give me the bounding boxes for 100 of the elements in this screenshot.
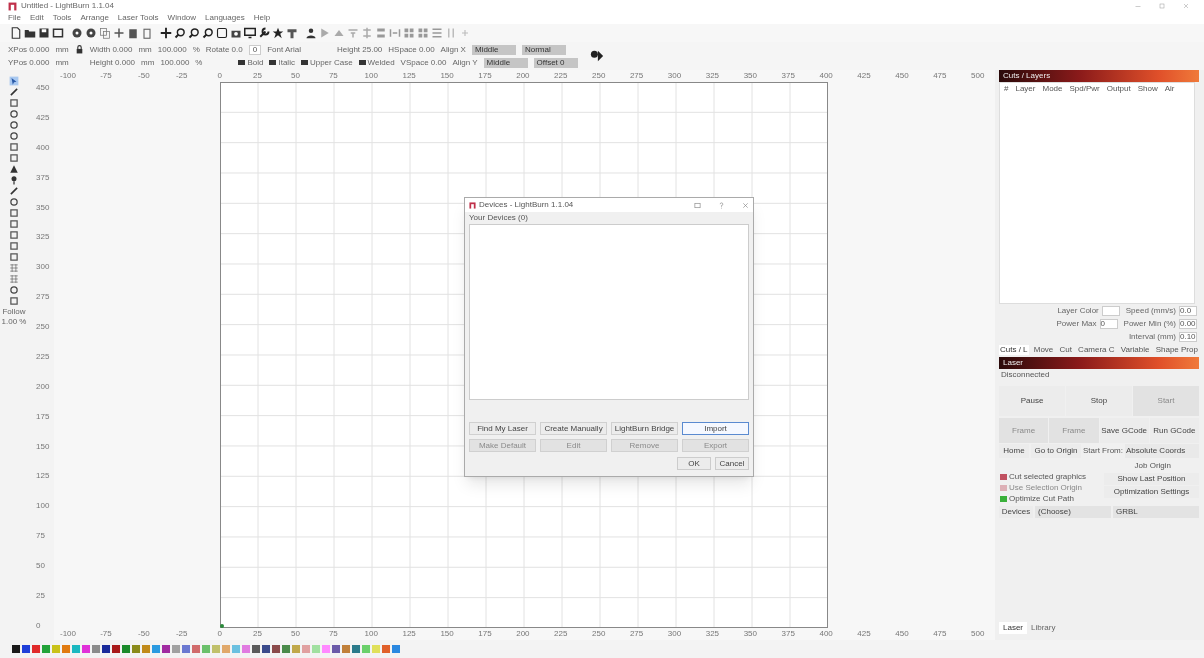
circle-icon[interactable]	[9, 120, 19, 130]
save-icon[interactable]	[38, 27, 50, 39]
close-icon[interactable]	[742, 201, 749, 209]
color-swatch[interactable]	[152, 645, 160, 653]
button[interactable]: Create Manually	[540, 422, 607, 435]
menu-item[interactable]: Laser Tools	[117, 14, 159, 22]
button[interactable]: Save GCode	[1099, 418, 1149, 443]
grid-icon[interactable]	[403, 27, 415, 39]
wrench-icon[interactable]	[258, 27, 270, 39]
cursor-icon[interactable]	[9, 76, 19, 86]
panel-tab[interactable]: Variable	[1119, 345, 1151, 355]
layer-list[interactable]: # Layer Mode Spd/Pwr Output Show Air	[999, 82, 1195, 304]
button[interactable]: Cancel	[715, 457, 749, 470]
grid-icon[interactable]	[9, 263, 19, 273]
button[interactable]: Devices	[999, 506, 1033, 518]
color-swatch[interactable]	[262, 645, 270, 653]
lines-icon[interactable]	[431, 27, 443, 39]
color-swatch[interactable]	[272, 645, 280, 653]
color-swatch[interactable]	[252, 645, 260, 653]
color-swatch[interactable]	[102, 645, 110, 653]
color-swatch[interactable]	[52, 645, 60, 653]
menu-item[interactable]: Edit	[29, 14, 44, 22]
dropdown[interactable]: (Choose)	[1035, 506, 1111, 518]
input-field[interactable]	[1101, 306, 1120, 317]
input-field[interactable]: 0.10	[1179, 331, 1197, 342]
color-swatch[interactable]	[202, 645, 210, 653]
input-field[interactable]: 0	[1099, 319, 1118, 329]
grid-icon[interactable]	[417, 27, 429, 39]
color-swatch[interactable]	[382, 645, 390, 653]
maximize-icon[interactable]	[1158, 2, 1166, 10]
color-swatch[interactable]	[392, 645, 400, 653]
menu-item[interactable]: Help	[253, 14, 271, 22]
gear-icon[interactable]	[85, 27, 97, 39]
move-icon[interactable]	[160, 27, 172, 39]
panel-tab[interactable]: Cut	[1058, 345, 1073, 355]
color-swatch[interactable]	[222, 645, 230, 653]
color-swatch[interactable]	[22, 645, 30, 653]
zoom-icon[interactable]	[188, 27, 200, 39]
zoom-icon[interactable]	[202, 27, 214, 39]
color-swatch[interactable]	[172, 645, 180, 653]
menu-item[interactable]: Tools	[52, 14, 72, 22]
button[interactable]: Pause	[999, 386, 1065, 416]
color-swatch[interactable]	[282, 645, 290, 653]
panel-tab[interactable]: Laser	[999, 622, 1027, 634]
menu-item[interactable]: Arrange	[80, 14, 109, 22]
help-icon[interactable]	[718, 201, 725, 209]
menu-item[interactable]: Languages	[205, 14, 245, 22]
color-swatch[interactable]	[332, 645, 340, 653]
color-swatch[interactable]	[212, 645, 220, 653]
checkbox[interactable]	[269, 60, 277, 65]
color-swatch[interactable]	[62, 645, 70, 653]
circle-icon[interactable]	[9, 197, 19, 207]
close-icon[interactable]	[1182, 2, 1190, 10]
button[interactable]: Go to Origin	[1031, 444, 1081, 458]
color-swatch[interactable]	[342, 645, 350, 653]
frame-icon[interactable]	[216, 27, 228, 39]
monitor-icon[interactable]	[244, 27, 256, 39]
panel-tab[interactable]: Cuts / L	[999, 345, 1029, 355]
input-field[interactable]: 0.00	[1179, 319, 1197, 329]
menu-item[interactable]: Window	[167, 14, 197, 22]
dropdown[interactable]: Absolute Coords	[1125, 444, 1199, 458]
color-swatch[interactable]	[142, 645, 150, 653]
lines-icon[interactable]	[445, 27, 457, 39]
button[interactable]: Find My Laser	[469, 422, 536, 435]
circle-icon[interactable]	[9, 285, 19, 295]
color-swatch[interactable]	[352, 645, 360, 653]
distribute-icon[interactable]	[361, 27, 373, 39]
color-swatch[interactable]	[132, 645, 140, 653]
input-field[interactable]: 0.0	[1179, 306, 1197, 317]
color-swatch[interactable]	[72, 645, 80, 653]
pen-icon[interactable]	[9, 87, 19, 97]
color-swatch[interactable]	[302, 645, 310, 653]
panel-tab[interactable]: Move	[1032, 345, 1055, 355]
color-swatch[interactable]	[32, 645, 40, 653]
gear-icon[interactable]	[71, 27, 83, 39]
button[interactable]: Import	[682, 422, 749, 435]
rectangle-icon[interactable]	[9, 98, 19, 108]
zoom-icon[interactable]	[174, 27, 186, 39]
color-swatch[interactable]	[322, 645, 330, 653]
dropdown[interactable]: Offset 0	[533, 57, 578, 68]
pencil-icon[interactable]	[9, 186, 19, 196]
checkbox[interactable]	[358, 60, 366, 65]
lock-icon[interactable]	[74, 45, 84, 54]
color-swatch[interactable]	[192, 645, 200, 653]
window-icon[interactable]	[694, 201, 701, 209]
button[interactable]: Home	[999, 444, 1029, 458]
color-swatch[interactable]	[122, 645, 130, 653]
button[interactable]: LightBurn Bridge	[611, 422, 678, 435]
folder-icon[interactable]	[24, 27, 36, 39]
button[interactable]: Run GCode	[1149, 418, 1199, 443]
color-swatch[interactable]	[112, 645, 120, 653]
color-swatch[interactable]	[362, 645, 370, 653]
menu-item[interactable]: File	[8, 14, 21, 22]
color-swatch[interactable]	[162, 645, 170, 653]
color-swatch[interactable]	[182, 645, 190, 653]
panel-tab[interactable]: Shape Prop	[1154, 345, 1199, 355]
button[interactable]: Optimization Settings	[1104, 486, 1199, 498]
input-field[interactable]: 0	[248, 44, 262, 55]
checkbox[interactable]	[238, 60, 246, 65]
panel-tab[interactable]: Camera C	[1077, 345, 1116, 355]
